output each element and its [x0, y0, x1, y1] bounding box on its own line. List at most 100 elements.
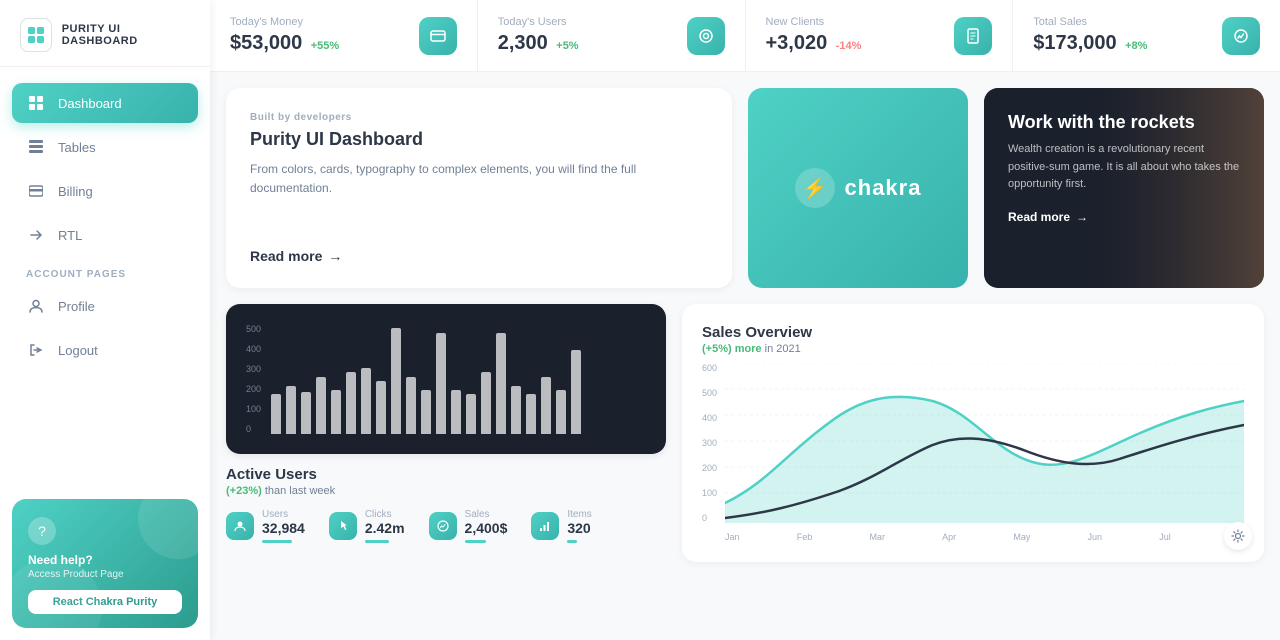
chakra-bolt-icon: ⚡ — [795, 168, 835, 208]
metric-items-label: Items — [567, 509, 591, 520]
stat-change: +5% — [556, 40, 578, 52]
sidebar-item-logout[interactable]: Logout — [12, 330, 198, 370]
help-icon: ? — [28, 517, 56, 545]
sidebar-item-rtl[interactable]: RTL — [12, 215, 198, 255]
x-label-feb: Feb — [797, 532, 813, 542]
sidebar-item-profile[interactable]: Profile — [12, 286, 198, 326]
stat-label: Today's Users — [498, 16, 579, 28]
active-users-title: Active Users — [226, 466, 666, 483]
stat-label: Today's Money — [230, 16, 339, 28]
dark-arrow-icon: → — [1076, 210, 1088, 224]
metric-clicks: Clicks 2.42m — [329, 509, 405, 543]
active-users-subtitle: (+23%) than last week — [226, 485, 666, 497]
stat-value: 2,300 — [498, 32, 548, 54]
stat-value: $173,000 — [1033, 32, 1116, 54]
metric-users-label: Users — [262, 509, 305, 520]
sales-subtitle: (+5%) more in 2021 — [702, 343, 1244, 355]
metric-users-bar — [262, 540, 292, 543]
sidebar-item-label: Dashboard — [58, 96, 122, 111]
promo-card: Built by developers Purity UI Dashboard … — [226, 88, 732, 288]
x-label-jul: Jul — [1159, 532, 1171, 542]
sidebar-item-label: Billing — [58, 184, 93, 199]
promo-tag: Built by developers — [250, 112, 708, 123]
dark-read-more-label: Read more — [1008, 210, 1070, 224]
chakra-banner: ⚡ chakra — [748, 88, 968, 288]
x-label-jun: Jun — [1088, 532, 1103, 542]
stat-change: -14% — [836, 40, 862, 52]
sales-chart-area: 600 500 400 300 200 100 0 — [702, 363, 1244, 542]
sidebar-logo-area: PURITY UI DASHBOARD — [0, 0, 210, 67]
metric-sales-icon — [429, 512, 457, 540]
line-chart: Jan Feb Mar Apr May Jun Jul Aug — [725, 363, 1244, 542]
x-label-mar: Mar — [869, 532, 885, 542]
x-label-may: May — [1013, 532, 1030, 542]
content-area: Built by developers Purity UI Dashboard … — [210, 72, 1280, 578]
sidebar-navigation: Dashboard Tables Billing RTL ACCOUNT PAG… — [0, 67, 210, 487]
bar-chart-card: 500 400 300 200 100 0 — [226, 304, 666, 454]
bottom-row: 500 400 300 200 100 0 — [226, 304, 1264, 562]
sales-title: Sales Overview — [702, 324, 1244, 341]
active-users-section: 500 400 300 200 100 0 — [226, 304, 666, 562]
sidebar-item-billing[interactable]: Billing — [12, 171, 198, 211]
promo-title: Purity UI Dashboard — [250, 129, 708, 150]
profile-icon — [26, 296, 46, 316]
dark-card-title: Work with the rockets — [1008, 112, 1240, 133]
main-content: Today's Money $53,000 +55% Today's Users… — [210, 0, 1280, 640]
metric-users-icon — [226, 512, 254, 540]
account-section-label: ACCOUNT PAGES — [12, 259, 198, 286]
x-label-apr: Apr — [942, 532, 956, 542]
sales-svg — [725, 363, 1244, 523]
stat-value: +3,020 — [766, 32, 828, 54]
billing-icon — [26, 181, 46, 201]
dark-promo-card: Work with the rockets Wealth creation is… — [984, 88, 1264, 288]
sidebar-item-label: Logout — [58, 343, 98, 358]
metric-users-value: 32,984 — [262, 520, 305, 536]
sidebar-title: PURITY UI DASHBOARD — [62, 23, 190, 47]
bar-chart-bars — [271, 324, 646, 434]
stat-todays-money: Today's Money $53,000 +55% — [210, 0, 478, 71]
metric-items-bar — [567, 540, 577, 543]
help-card: ? Need help? Access Product Page React C… — [12, 499, 198, 628]
help-button[interactable]: React Chakra Purity — [28, 590, 182, 614]
dark-card-description: Wealth creation is a revolutionary recen… — [1008, 141, 1240, 194]
sidebar-item-label: Profile — [58, 299, 95, 314]
metric-users: Users 32,984 — [226, 509, 305, 543]
read-more-link[interactable]: Read more → — [250, 248, 708, 264]
metrics-row: Users 32,984 Clicks 2.42m — [226, 509, 666, 543]
metric-items-value: 320 — [567, 520, 591, 536]
stat-icon-users — [687, 17, 725, 55]
sidebar-item-label: Tables — [58, 140, 96, 155]
stat-icon-sales — [1222, 17, 1260, 55]
logo-icon — [20, 18, 52, 52]
tables-icon — [26, 137, 46, 157]
chakra-name: chakra — [845, 175, 922, 201]
active-users-info: Active Users (+23%) than last week Users… — [226, 466, 666, 553]
dashboard-icon — [26, 93, 46, 113]
stat-icon-clients — [954, 17, 992, 55]
sidebar-item-label: RTL — [58, 228, 82, 243]
chart-x-labels: Jan Feb Mar Apr May Jun Jul Aug — [725, 532, 1244, 542]
sales-overview-card: Sales Overview (+5%) more in 2021 600 50… — [682, 304, 1264, 562]
promo-description: From colors, cards, typography to comple… — [250, 160, 708, 198]
sidebar-item-dashboard[interactable]: Dashboard — [12, 83, 198, 123]
metric-clicks-value: 2.42m — [365, 520, 405, 536]
middle-row: Built by developers Purity UI Dashboard … — [226, 88, 1264, 288]
metric-clicks-label: Clicks — [365, 509, 405, 520]
gear-button[interactable] — [1224, 522, 1252, 550]
stat-change: +8% — [1125, 40, 1147, 52]
chakra-logo: ⚡ chakra — [795, 168, 922, 208]
dark-read-more-link[interactable]: Read more → — [1008, 210, 1240, 224]
sidebar: PURITY UI DASHBOARD Dashboard Tables Bil… — [0, 0, 210, 640]
sidebar-item-tables[interactable]: Tables — [12, 127, 198, 167]
stat-todays-users: Today's Users 2,300 +5% — [478, 0, 746, 71]
stats-bar: Today's Money $53,000 +55% Today's Users… — [210, 0, 1280, 72]
stat-value: $53,000 — [230, 32, 302, 54]
metric-sales-value: 2,400$ — [465, 520, 508, 536]
logout-icon — [26, 340, 46, 360]
stat-change: +55% — [311, 40, 339, 52]
help-title: Need help? — [28, 553, 182, 567]
metric-sales: Sales 2,400$ — [429, 509, 508, 543]
metric-clicks-bar — [365, 540, 389, 543]
metric-items: Items 320 — [531, 509, 591, 543]
stat-total-sales: Total Sales $173,000 +8% — [1013, 0, 1280, 71]
